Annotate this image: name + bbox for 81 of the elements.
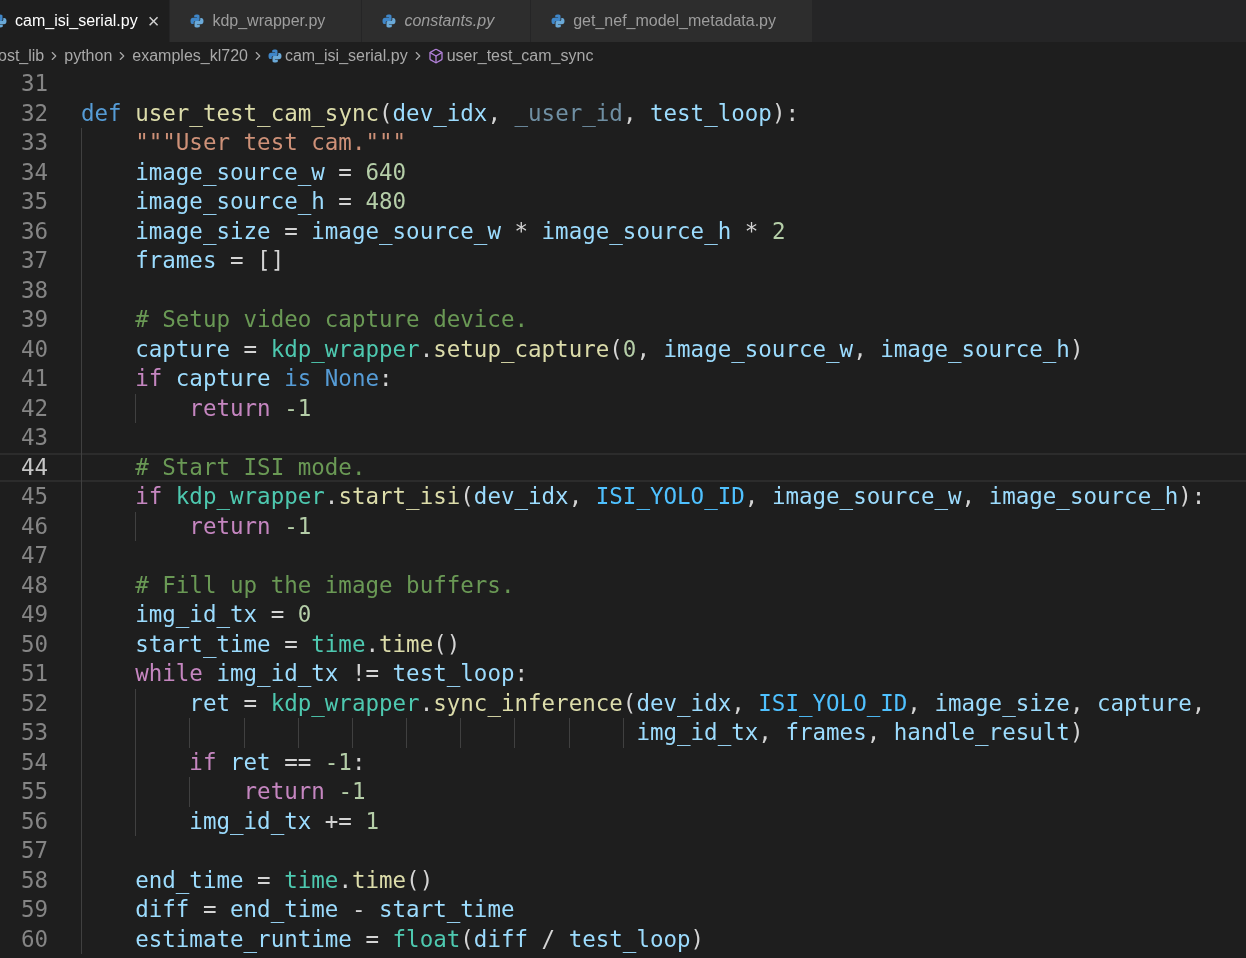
line-number: 37 <box>19 248 48 274</box>
python-file-icon <box>267 48 282 63</box>
line-number: 42 <box>19 395 48 421</box>
editor-tab[interactable]: get_nef_model_metadata.py <box>531 0 813 42</box>
code-line: return -1 <box>189 394 312 421</box>
line-number: 52 <box>19 690 48 716</box>
line-number: 41 <box>19 366 48 392</box>
editor-tab[interactable]: constants.py <box>362 0 532 42</box>
code-line: # Fill up the image buffers. <box>135 571 515 598</box>
code-line: img_id_tx += 1 <box>189 807 379 834</box>
indent-guide <box>135 511 137 541</box>
line-number: 48 <box>19 572 48 598</box>
editor-tab[interactable]: cam_isi_serial.py × <box>0 0 171 42</box>
code-line: ret = kdp_wrapper.sync_inference(dev_idx, ISI_YOLO_ID, image_size, capture, <box>189 689 1206 716</box>
code-line: image_size = image_source_w * image_source_h * 2 <box>135 217 786 244</box>
python-file-icon <box>551 14 566 28</box>
indent-guide <box>514 718 516 748</box>
code-line: capture = kdp_wrapper.setup_capture(0, image_source_w, image_source_h) <box>135 335 1084 362</box>
breadcrumb-item[interactable]: cam_isi_serial.py <box>284 46 408 65</box>
line-number: 59 <box>19 897 48 923</box>
line-number: 56 <box>19 808 48 834</box>
indent-guide <box>406 718 408 748</box>
code-line: end_time = time.time() <box>135 866 434 893</box>
indent-guide <box>622 718 624 748</box>
line-number: 58 <box>19 867 48 893</box>
code-line: while img_id_tx != test_loop: <box>135 660 529 686</box>
indent-guide <box>135 393 137 423</box>
code-line: if ret == -1: <box>189 748 366 775</box>
line-number: 34 <box>19 159 48 185</box>
code-line: # Setup video capture device. <box>135 306 528 332</box>
line-number: 55 <box>19 779 48 805</box>
breadcrumb-item[interactable]: user_test_cam_sync <box>446 46 594 65</box>
breadcrumb-item[interactable]: examples_kl720 <box>132 46 248 65</box>
code-line: if capture is None: <box>135 365 393 391</box>
line-number: 31 <box>19 71 48 97</box>
code-line: frames = [] <box>135 247 285 273</box>
line-number: 43 <box>19 425 48 451</box>
line-number: 38 <box>19 277 48 303</box>
line-number: 46 <box>19 513 48 539</box>
line-number: 32 <box>19 100 48 126</box>
line-number: 53 <box>19 720 48 746</box>
code-line: img_id_tx = 0 <box>135 601 312 627</box>
indent-guide <box>243 718 245 748</box>
line-number: 39 <box>19 307 48 333</box>
cube-icon <box>427 47 444 64</box>
line-number: 47 <box>19 543 48 569</box>
line-number: 44 <box>19 454 48 480</box>
line-number: 50 <box>19 631 48 657</box>
line-number: 35 <box>19 189 48 215</box>
code-line: diff = end_time - start_time <box>135 896 515 922</box>
code-line: image_source_w = 640 <box>135 158 407 185</box>
line-number: 57 <box>19 838 48 864</box>
line-number: 33 <box>19 130 48 156</box>
indent-guide <box>297 718 299 748</box>
indent-guide <box>351 718 353 748</box>
indent-guide <box>189 777 191 807</box>
indent-guide <box>568 718 570 748</box>
line-number: 54 <box>19 749 48 775</box>
python-file-icon <box>382 14 397 28</box>
line-number: 49 <box>19 602 48 628</box>
close-icon[interactable]: × <box>147 9 160 33</box>
line-number: 45 <box>19 484 48 510</box>
editor-tab[interactable]: kdp_wrapper.py <box>170 0 363 42</box>
code-line: """User test cam.""" <box>135 129 407 155</box>
line-number: 51 <box>19 661 48 687</box>
indent-guide <box>460 718 462 748</box>
code-line: start_time = time.time() <box>135 630 461 657</box>
line-number: 40 <box>19 336 48 362</box>
code-line: return -1 <box>243 778 366 804</box>
line-number: 60 <box>19 926 48 952</box>
code-line: image_source_h = 480 <box>135 188 407 214</box>
indent-guide <box>189 718 191 748</box>
code-line: img_id_tx, frames, handle_result) <box>636 719 1084 745</box>
python-file-icon <box>190 14 205 28</box>
breadcrumb-item[interactable]: python <box>64 46 113 65</box>
line-number: 36 <box>19 218 48 244</box>
code-line: if kdp_wrapper.start_isi(dev_idx, ISI_YOLO_ID, image_source_w, image_source_h): <box>135 483 1206 509</box>
code-line: return -1 <box>189 512 312 539</box>
code-line: def user_test_cam_sync(dev_idx, _user_id, test_loop): <box>81 99 799 126</box>
code-line: # Start ISI mode. <box>135 453 366 480</box>
code-line: estimate_runtime = float(diff / test_loop) <box>135 925 705 952</box>
